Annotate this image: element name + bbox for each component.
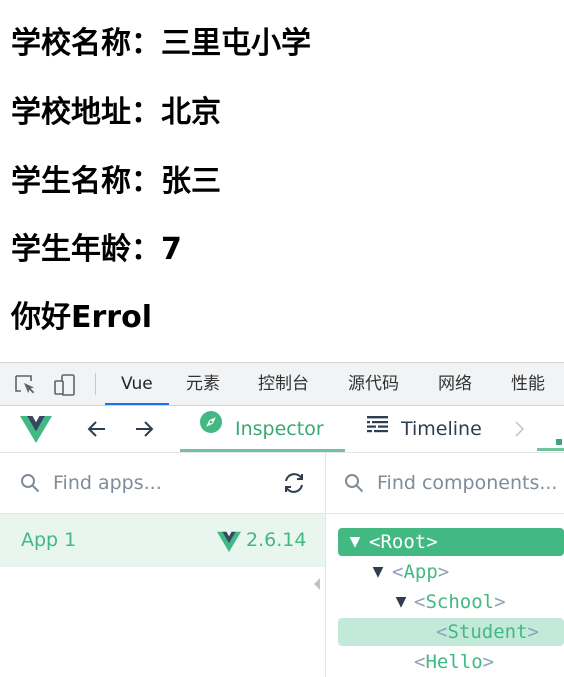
more-tab-underline xyxy=(537,448,564,451)
apps-search-input[interactable] xyxy=(53,467,273,499)
app-name: App 1 xyxy=(21,529,77,551)
tree-node-label: <Hello> xyxy=(414,651,495,673)
school-address-line: 学校地址：北京 xyxy=(11,95,221,130)
arrow-right-icon[interactable] xyxy=(132,417,156,441)
tab-network[interactable]: 网络 xyxy=(438,363,472,405)
compass-icon xyxy=(199,405,223,451)
more-tab-indicator xyxy=(556,439,562,445)
caret-down-icon[interactable]: ▼ xyxy=(371,558,385,586)
device-toolbar-icon[interactable] xyxy=(53,373,77,397)
components-search-row xyxy=(326,453,564,514)
tree-node-label: <Student> xyxy=(436,621,539,643)
search-icon xyxy=(344,473,364,493)
tree-node-label: <App> xyxy=(392,561,450,583)
vue-devtools-toolbar: Inspector Timeline xyxy=(0,406,564,453)
chevron-right-icon[interactable] xyxy=(512,417,526,441)
tab-inspector-label: Inspector xyxy=(235,418,324,440)
components-pane: ▼ <Root> ▼ <App> ▼ <School> <Student> <H… xyxy=(326,453,564,677)
caret-down-icon[interactable]: ▼ xyxy=(348,528,362,556)
inspect-element-icon[interactable] xyxy=(13,373,37,397)
student-age-line: 学生年龄：7 xyxy=(11,232,182,267)
devtools-tab-bar: Vue 元素 控制台 源代码 网络 性能 xyxy=(0,363,564,406)
apps-search-row xyxy=(0,453,325,514)
tab-elements[interactable]: 元素 xyxy=(186,363,220,405)
app-list-item[interactable]: App 1 2.6.14 xyxy=(0,514,325,567)
caret-down-icon[interactable]: ▼ xyxy=(394,588,408,616)
student-name-line: 学生名称：张三 xyxy=(11,164,221,199)
tree-node-hello[interactable]: <Hello> xyxy=(338,648,564,676)
tab-vue[interactable]: Vue xyxy=(105,363,169,405)
tree-node-root[interactable]: ▼ <Root> xyxy=(338,528,564,556)
tab-timeline-label: Timeline xyxy=(401,418,482,440)
apps-pane: App 1 2.6.14 xyxy=(0,453,326,677)
timeline-icon xyxy=(367,405,389,451)
hello-line: 你好Errol xyxy=(11,300,152,335)
search-icon xyxy=(20,473,40,493)
devtools-panel: Vue 元素 控制台 源代码 网络 性能 Inspector Timeline xyxy=(0,362,564,677)
refresh-icon[interactable] xyxy=(281,470,307,496)
vue-logo-icon xyxy=(217,531,241,552)
tab-timeline[interactable]: Timeline xyxy=(367,406,482,452)
app-version: 2.6.14 xyxy=(246,529,307,551)
vue-logo-icon xyxy=(20,414,52,444)
toolbar-divider xyxy=(95,373,96,395)
tree-node-app[interactable]: ▼ <App> xyxy=(338,558,564,586)
tree-node-label: <School> xyxy=(414,591,506,613)
tree-node-student[interactable]: <Student> xyxy=(338,618,564,646)
collapse-handle-icon[interactable] xyxy=(313,575,321,590)
components-search-input[interactable] xyxy=(377,467,563,499)
tab-inspector[interactable]: Inspector xyxy=(180,405,345,452)
tab-console[interactable]: 控制台 xyxy=(258,363,309,405)
school-name-line: 学校名称：三里屯小学 xyxy=(11,26,311,61)
tab-performance[interactable]: 性能 xyxy=(511,363,545,405)
tree-node-label: <Root> xyxy=(369,531,438,553)
tab-sources[interactable]: 源代码 xyxy=(348,363,399,405)
tree-node-school[interactable]: ▼ <School> xyxy=(338,588,564,616)
arrow-left-icon[interactable] xyxy=(85,417,109,441)
